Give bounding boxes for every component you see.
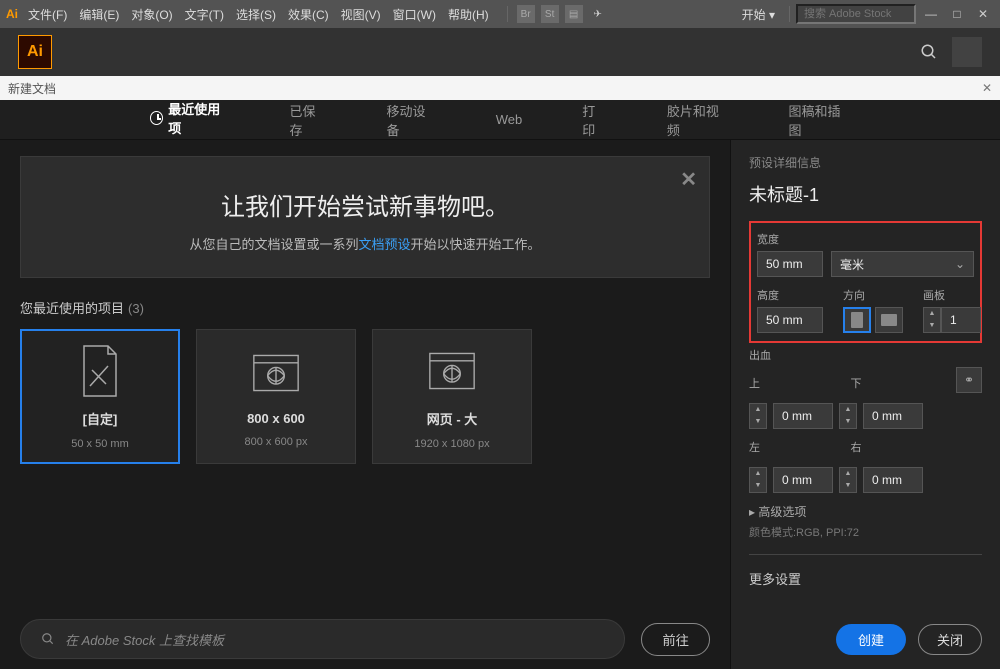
app-brand: Ai — [6, 7, 18, 21]
menu-window[interactable]: 窗口(W) — [393, 6, 436, 23]
card-subtitle: 1920 x 1080 px — [414, 438, 489, 450]
card-title: [自定] — [83, 409, 118, 428]
bleed-bottom-input[interactable]: 0 mm — [863, 403, 923, 429]
divider — [749, 554, 982, 555]
search-icon — [41, 632, 55, 646]
search-adobe-stock[interactable] — [796, 4, 916, 24]
artboard-count-input[interactable]: 1 — [941, 307, 981, 333]
unit-dropdown[interactable]: 毫米⌄ — [831, 251, 974, 277]
bridge-icon[interactable]: Br — [517, 5, 535, 23]
bleed-bottom-stepper[interactable]: ▲▼ — [839, 403, 857, 429]
welcome-close-icon[interactable]: ✕ — [680, 167, 697, 192]
doc-preset-link[interactable]: 文档预设 — [358, 237, 410, 252]
menu-help[interactable]: 帮助(H) — [448, 6, 489, 23]
window-maximize[interactable]: □ — [946, 7, 968, 21]
menu-view[interactable]: 视图(V) — [341, 6, 381, 23]
bleed-top-input[interactable]: 0 mm — [773, 403, 833, 429]
bleed-label: 出血 — [749, 347, 982, 363]
more-settings-link[interactable]: 更多设置 — [749, 569, 982, 588]
height-label: 高度 — [757, 287, 823, 303]
chevron-down-icon: ⌄ — [955, 257, 965, 271]
link-bleed-icon[interactable]: ⚭ — [956, 367, 982, 393]
welcome-banner: ✕ 让我们开始尝试新事物吧。 从您自己的文档设置或一系列文档预设开始以快速开始工… — [20, 156, 710, 278]
height-input[interactable]: 50 mm — [757, 307, 823, 333]
tab-web[interactable]: Web — [492, 102, 527, 137]
bleed-left-input[interactable]: 0 mm — [773, 467, 833, 493]
orientation-landscape[interactable] — [875, 307, 903, 333]
bleed-bottom-label: 下 — [851, 375, 862, 391]
goto-button[interactable]: 前往 — [641, 623, 710, 656]
divider — [789, 6, 790, 22]
menu-effect[interactable]: 效果(C) — [288, 6, 329, 23]
clock-icon — [150, 111, 163, 125]
orientation-label: 方向 — [843, 287, 903, 303]
ai-logo-icon: Ai — [18, 35, 52, 69]
window-minimize[interactable]: — — [920, 7, 942, 21]
close-button[interactable]: 关闭 — [918, 624, 982, 655]
create-button[interactable]: 创建 — [836, 624, 906, 655]
dialog-close-icon[interactable]: ✕ — [982, 81, 992, 95]
search-icon[interactable] — [918, 41, 940, 63]
portrait-icon — [851, 312, 863, 328]
width-label: 宽度 — [757, 231, 974, 247]
bleed-right-input[interactable]: 0 mm — [863, 467, 923, 493]
app-second-bar: Ai — [0, 28, 1000, 76]
web-icon — [428, 343, 476, 399]
card-title: 800 x 600 — [247, 411, 305, 426]
preset-card-800[interactable]: 800 x 600 800 x 600 px — [196, 329, 356, 464]
welcome-text: 从您自己的文档设置或一系列文档预设开始以快速开始工作。 — [41, 234, 689, 253]
orientation-portrait[interactable] — [843, 307, 871, 333]
document-custom-icon — [76, 343, 124, 399]
app-menubar: Ai 文件(F) 编辑(E) 对象(O) 文字(T) 选择(S) 效果(C) 视… — [0, 0, 1000, 28]
preset-details-panel: 预设详细信息 未标题-1 宽度 50 mm 毫米⌄ 高度 50 mm 方向 — [730, 140, 1000, 669]
menu-object[interactable]: 对象(O) — [131, 6, 172, 23]
bleed-top-stepper[interactable]: ▲▼ — [749, 403, 767, 429]
preset-card-custom[interactable]: [自定] 50 x 50 mm — [20, 329, 180, 464]
menu-edit[interactable]: 编辑(E) — [79, 6, 119, 23]
arrange-icon[interactable]: ▤ — [565, 5, 583, 23]
workspace-start[interactable]: 开始 ▾ — [742, 6, 775, 23]
preset-card-web-large[interactable]: 网页 - 大 1920 x 1080 px — [372, 329, 532, 464]
bleed-left-stepper[interactable]: ▲▼ — [749, 467, 767, 493]
preset-details-label: 预设详细信息 — [749, 154, 982, 171]
category-tabs: 最近使用项 已保存 移动设备 Web 打印 胶片和视频 图稿和插图 — [0, 100, 1000, 140]
recent-section-title: 您最近使用的项目(3) — [20, 298, 710, 317]
advanced-toggle[interactable]: ▸ 高级选项 — [749, 503, 982, 520]
card-title: 网页 - 大 — [427, 409, 478, 428]
send-icon[interactable]: ✈ — [589, 5, 607, 23]
bleed-left-label: 左 — [749, 439, 760, 455]
card-subtitle: 800 x 600 px — [245, 436, 308, 448]
card-subtitle: 50 x 50 mm — [71, 438, 128, 450]
window-close[interactable]: ✕ — [972, 7, 994, 21]
bleed-top-label: 上 — [749, 375, 760, 391]
highlight-box: 宽度 50 mm 毫米⌄ 高度 50 mm 方向 — [749, 221, 982, 343]
stock-search-input[interactable]: 在 Adobe Stock 上查找模板 — [20, 619, 625, 659]
preset-name[interactable]: 未标题-1 — [749, 181, 982, 207]
artboard-label: 画板 — [923, 287, 981, 303]
bleed-right-stepper[interactable]: ▲▼ — [839, 467, 857, 493]
dialog-title: 新建文档 — [8, 80, 56, 97]
stock-icon[interactable]: St — [541, 5, 559, 23]
welcome-heading: 让我们开始尝试新事物吧。 — [41, 187, 689, 222]
artboard-stepper[interactable]: ▲▼ — [923, 307, 941, 333]
recent-cards: [自定] 50 x 50 mm 800 x 600 800 x 600 px 网… — [20, 329, 710, 464]
web-icon — [252, 345, 300, 401]
width-input[interactable]: 50 mm — [757, 251, 823, 277]
divider — [507, 6, 508, 22]
color-mode-info: 颜色模式:RGB, PPI:72 — [749, 524, 982, 540]
menu-select[interactable]: 选择(S) — [236, 6, 276, 23]
left-pane: ✕ 让我们开始尝试新事物吧。 从您自己的文档设置或一系列文档预设开始以快速开始工… — [0, 140, 730, 669]
stock-search-bar: 在 Adobe Stock 上查找模板 前往 — [20, 619, 710, 659]
bleed-right-label: 右 — [851, 439, 862, 455]
landscape-icon — [881, 314, 897, 326]
menu-type[interactable]: 文字(T) — [185, 6, 224, 23]
panel-menu-icon[interactable] — [952, 37, 982, 67]
menu-file[interactable]: 文件(F) — [28, 6, 67, 23]
